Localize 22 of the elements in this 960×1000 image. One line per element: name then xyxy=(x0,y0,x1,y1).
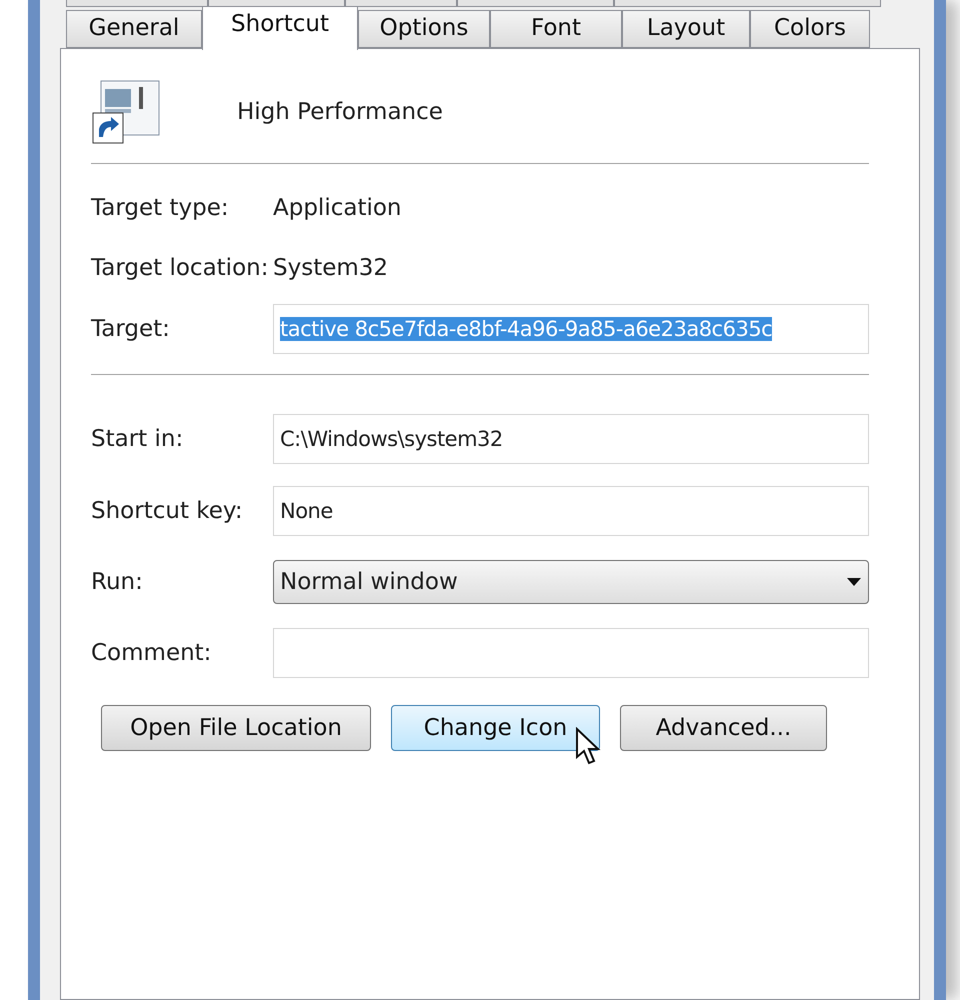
tab[interactable]: Colors xyxy=(750,10,870,48)
action-button[interactable]: Open File Location xyxy=(101,705,371,751)
tab[interactable]: Shortcut xyxy=(202,6,358,50)
field-label: Target location: xyxy=(91,255,270,281)
text-field[interactable]: C:\Windows\system32 xyxy=(273,414,869,464)
field-value: System32 xyxy=(273,255,388,281)
action-button[interactable]: Change Icon xyxy=(391,705,600,751)
field-label: Comment: xyxy=(91,640,212,666)
tab[interactable]: Options xyxy=(358,10,490,48)
field-label: Run: xyxy=(91,569,144,595)
action-button[interactable]: Advanced... xyxy=(620,705,827,751)
text-field[interactable]: None xyxy=(273,486,869,536)
field-label: Target: xyxy=(91,316,171,342)
tab[interactable]: Layout xyxy=(622,10,750,48)
tab[interactable]: Font xyxy=(490,10,622,48)
field-value: Application xyxy=(273,195,402,221)
field-label: Target type: xyxy=(91,195,230,221)
dropdown[interactable]: Normal window xyxy=(273,560,869,604)
field-label: Shortcut key: xyxy=(91,498,244,524)
field-label: Start in: xyxy=(91,426,184,452)
tab[interactable]: General xyxy=(66,10,202,48)
shortcut-name: High Performance xyxy=(237,99,443,125)
